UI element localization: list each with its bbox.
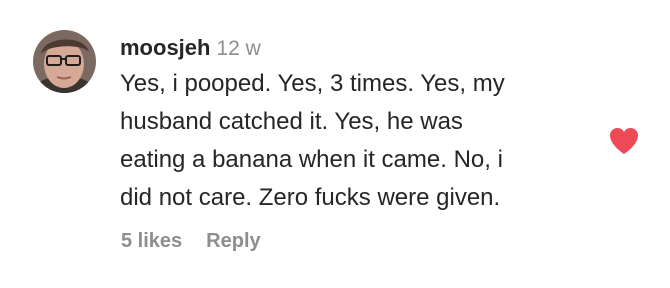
comment-header: moosjeh 12 w xyxy=(120,33,600,64)
comment-text-line: husband catched it. Yes, he was xyxy=(120,108,463,135)
avatar[interactable] xyxy=(33,30,96,93)
comment-text-line: Yes, i pooped. Yes, 3 times. Yes, my xyxy=(120,70,505,97)
comment-text-line: eating a banana when it came. No, i xyxy=(120,146,503,173)
comment-body: moosjeh 12 w Yes, i pooped. Yes, 3 times.… xyxy=(120,33,600,217)
comment: moosjeh 12 w Yes, i pooped. Yes, 3 times.… xyxy=(0,0,670,288)
comment-text: Yes, i pooped. Yes, 3 times. Yes, my hus… xyxy=(120,65,600,217)
likes-count-link[interactable]: 5 likes xyxy=(121,230,182,252)
reply-button[interactable]: Reply xyxy=(206,230,260,252)
comment-actions: 5 likes Reply xyxy=(121,230,261,253)
username-link[interactable]: moosjeh xyxy=(120,35,210,60)
heart-icon[interactable] xyxy=(609,127,639,155)
comment-text-line: did not care. Zero fucks were given. xyxy=(120,184,501,211)
comment-timestamp: 12 w xyxy=(216,37,261,60)
